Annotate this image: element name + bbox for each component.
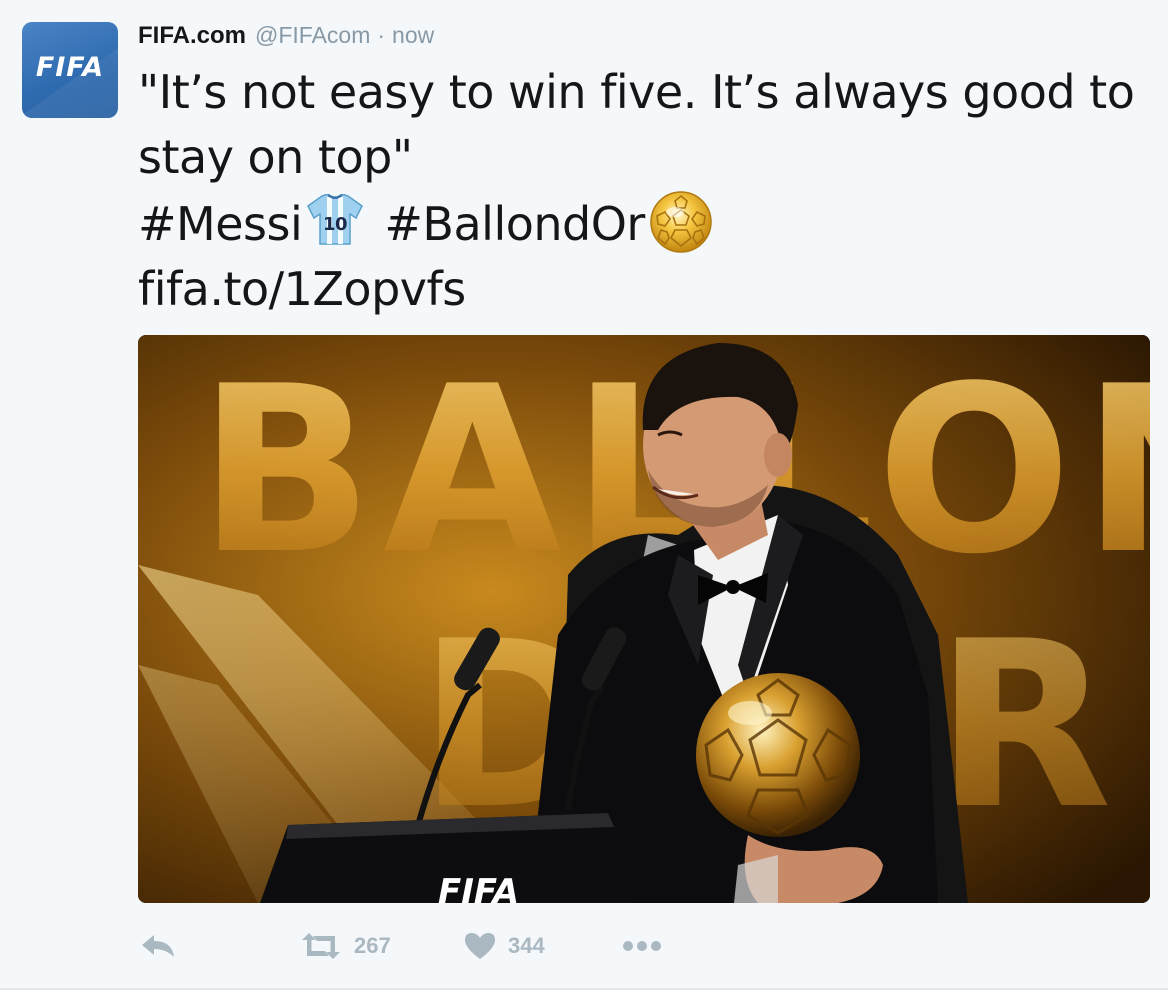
tweet-link[interactable]: fifa.to/1Zopvfs bbox=[138, 262, 466, 316]
header-separator: · bbox=[377, 22, 386, 48]
heart-icon bbox=[465, 933, 495, 959]
reply-button[interactable] bbox=[140, 922, 176, 970]
ballon-dor-trophy bbox=[696, 673, 860, 837]
retweet-count: 267 bbox=[354, 933, 391, 958]
svg-text:10: 10 bbox=[323, 214, 347, 235]
reply-arrow-icon bbox=[142, 935, 174, 957]
tweet-photo[interactable]: BALLON D'OR bbox=[138, 335, 1150, 903]
golden-ball-emoji bbox=[650, 191, 712, 253]
more-dots-icon bbox=[623, 941, 661, 951]
more-options-button[interactable] bbox=[622, 922, 662, 970]
tweet-link-line: fifa.to/1Zopvfs bbox=[138, 257, 1148, 322]
retweet-icon bbox=[302, 933, 340, 959]
tweet-header: FIFA.com @FIFAcom · now bbox=[138, 22, 434, 56]
tweet-hashtag-line: #Messi 10 #BallondOr bbox=[138, 190, 1148, 257]
tweet-actions: 267 344 bbox=[138, 922, 738, 970]
argentina-jersey-10-emoji: 10 bbox=[307, 194, 364, 245]
retweet-button[interactable]: 267 bbox=[300, 922, 391, 970]
avatar[interactable]: FIFA bbox=[22, 22, 118, 118]
hashtag-messi[interactable]: #Messi bbox=[138, 197, 303, 251]
tweet-timestamp[interactable]: now bbox=[392, 22, 434, 49]
like-button[interactable]: 344 bbox=[464, 922, 545, 970]
author-name[interactable]: FIFA.com bbox=[138, 22, 246, 50]
bow-tie-knot bbox=[726, 580, 740, 594]
tweet-card: FIFA FIFA.com @FIFAcom · now "It’s not e… bbox=[0, 0, 1168, 990]
tweet-text: "It’s not easy to win five. It’s always … bbox=[138, 60, 1148, 322]
avatar-logo-text: FIFA bbox=[35, 52, 105, 83]
author-handle[interactable]: @FIFAcom bbox=[255, 22, 370, 49]
ear bbox=[764, 433, 792, 477]
tweet-text-line-2: stay on top" bbox=[138, 130, 413, 184]
ceremony-photo: BALLON D'OR bbox=[138, 335, 1150, 903]
tweet-text-line-1: "It’s not easy to win five. It’s always … bbox=[138, 65, 1135, 119]
hashtag-ballondor[interactable]: #BallondOr bbox=[384, 197, 645, 251]
like-count: 344 bbox=[508, 933, 545, 958]
podium-logo: FIFA bbox=[438, 872, 519, 903]
trophy-highlight bbox=[728, 701, 772, 725]
